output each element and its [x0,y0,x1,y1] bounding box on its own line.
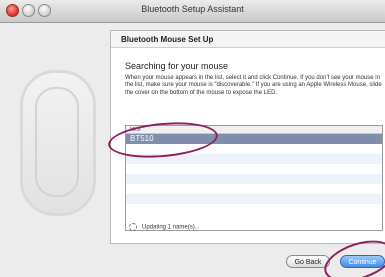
bluetooth-setup-window: Bluetooth Setup Assistant Bluetooth Mous… [0,0,385,277]
device-list-row[interactable] [126,154,382,164]
device-list-row[interactable] [126,174,382,184]
search-heading: Searching for your mouse [125,61,229,71]
window-title: Bluetooth Setup Assistant [141,4,244,14]
mouse-illustration-icon [20,70,96,216]
search-description: When your mouse appears in the list, sel… [125,75,382,96]
go-back-button[interactable]: Go Back [286,255,330,268]
device-list-header: Mice [126,126,382,134]
device-list[interactable]: Mice BT510 [125,125,383,231]
device-list-row[interactable] [126,164,382,174]
device-list-row[interactable]: BT510 [126,134,382,144]
continue-button[interactable]: Continue [340,255,385,268]
mouse-illustration-inner [35,87,79,197]
setup-panel: Bluetooth Mouse Set Up Searching for you… [110,30,385,244]
title-bar: Bluetooth Setup Assistant [0,0,385,23]
device-list-row[interactable] [126,204,382,214]
panel-header: Bluetooth Mouse Set Up [111,31,385,48]
device-list-row[interactable] [126,144,382,154]
status-text: Updating 1 name(s)... [142,224,200,231]
device-list-row[interactable] [126,194,382,204]
device-list-row[interactable] [126,184,382,194]
progress-spinner-icon [129,223,137,231]
status-line: Updating 1 name(s)... [129,223,200,231]
